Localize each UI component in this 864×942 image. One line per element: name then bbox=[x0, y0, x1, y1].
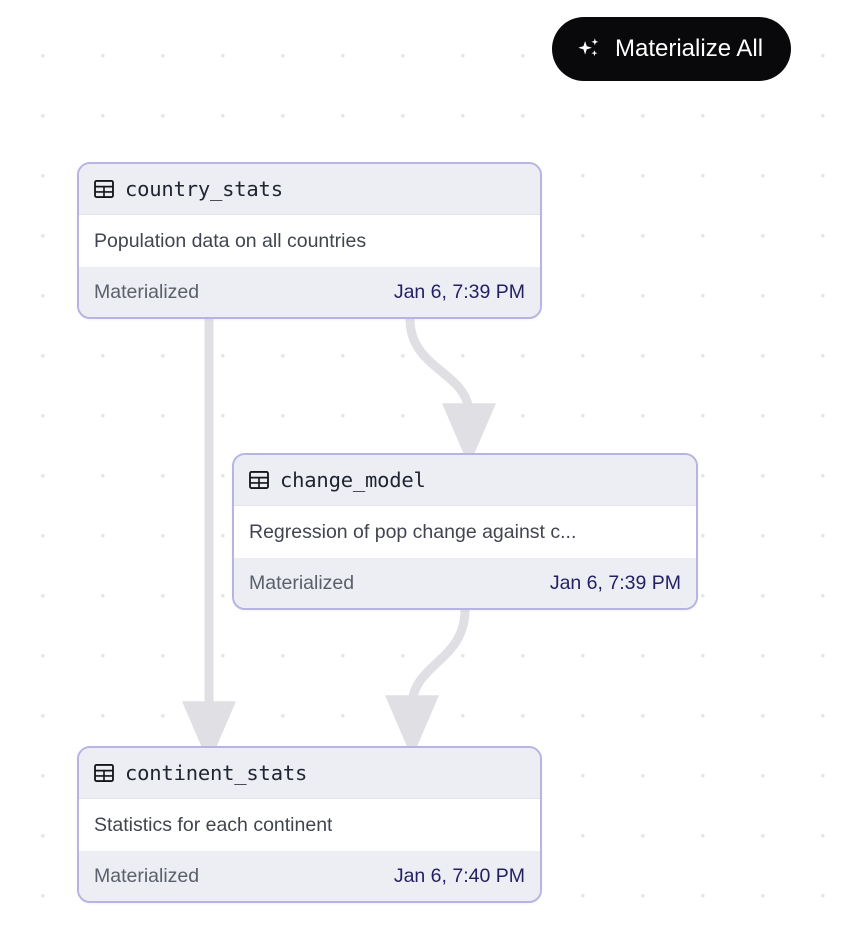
table-icon bbox=[248, 469, 270, 491]
node-title: country_stats bbox=[125, 177, 283, 201]
node-body: Regression of pop change against c... bbox=[234, 506, 696, 558]
lineage-graph-canvas[interactable]: country_stats Population data on all cou… bbox=[0, 0, 864, 942]
edge-change-model-to-continent-stats bbox=[412, 610, 465, 706]
node-body: Population data on all countries bbox=[79, 215, 540, 267]
node-title: continent_stats bbox=[125, 761, 307, 785]
node-description: Population data on all countries bbox=[94, 230, 366, 253]
status-badge: Materialized bbox=[249, 572, 354, 595]
timestamp: Jan 6, 7:40 PM bbox=[394, 865, 525, 888]
status-badge: Materialized bbox=[94, 865, 199, 888]
timestamp: Jan 6, 7:39 PM bbox=[394, 281, 525, 304]
node-header: continent_stats bbox=[79, 748, 540, 799]
edge-country-stats-to-change-model bbox=[410, 319, 469, 414]
graph-node-change-model[interactable]: change_model Regression of pop change ag… bbox=[232, 453, 698, 610]
graph-node-continent-stats[interactable]: continent_stats Statistics for each cont… bbox=[77, 746, 542, 903]
timestamp: Jan 6, 7:39 PM bbox=[550, 572, 681, 595]
table-icon bbox=[93, 178, 115, 200]
node-footer: Materialized Jan 6, 7:39 PM bbox=[234, 558, 696, 608]
materialize-all-button[interactable]: Materialize All bbox=[552, 17, 791, 81]
materialize-all-label: Materialize All bbox=[615, 35, 763, 63]
node-description: Statistics for each continent bbox=[94, 814, 332, 837]
node-title: change_model bbox=[280, 468, 426, 492]
graph-node-country-stats[interactable]: country_stats Population data on all cou… bbox=[77, 162, 542, 319]
table-icon bbox=[93, 762, 115, 784]
node-header: country_stats bbox=[79, 164, 540, 215]
node-footer: Materialized Jan 6, 7:40 PM bbox=[79, 851, 540, 901]
sparkle-icon bbox=[576, 36, 602, 62]
status-badge: Materialized bbox=[94, 281, 199, 304]
node-description: Regression of pop change against c... bbox=[249, 521, 576, 544]
node-body: Statistics for each continent bbox=[79, 799, 540, 851]
node-footer: Materialized Jan 6, 7:39 PM bbox=[79, 267, 540, 317]
node-header: change_model bbox=[234, 455, 696, 506]
